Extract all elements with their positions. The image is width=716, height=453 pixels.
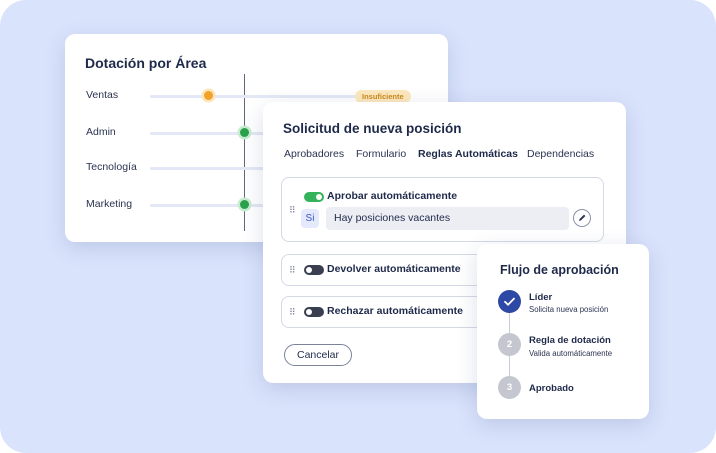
staffing-row-label: Marketing <box>86 198 133 210</box>
rule-auto-approve: ⠿ Aprobar automáticamente Si Hay posicio… <box>281 177 604 242</box>
step-1-subtitle: Solicita nueva posición <box>529 305 609 314</box>
step-connector <box>509 313 510 333</box>
staffing-level-dot <box>240 128 249 137</box>
staffing-level-dot <box>240 200 249 209</box>
step-3-marker: 3 <box>498 376 521 399</box>
step-connector <box>509 356 510 376</box>
approval-flow-card: Flujo de aprobación Líder Solicita nueva… <box>477 244 649 419</box>
staffing-card-title: Dotación por Área <box>85 55 207 71</box>
approval-flow-title: Flujo de aprobación <box>500 263 619 277</box>
check-icon <box>504 297 515 306</box>
tab-formulario[interactable]: Formulario <box>356 148 406 160</box>
request-card-title: Solicitud de nueva posición <box>283 121 462 136</box>
condition-value-field[interactable]: Hay posiciones vacantes <box>326 207 569 230</box>
rule-label: Devolver automáticamente <box>327 263 461 275</box>
pencil-icon <box>579 214 586 221</box>
auto-approve-toggle[interactable] <box>304 192 324 202</box>
step-2-marker: 2 <box>498 333 521 356</box>
step-3-name: Aprobado <box>529 383 574 394</box>
drag-handle-icon[interactable]: ⠿ <box>289 307 297 317</box>
canvas: Dotación por Área Ventas Insuficiente Ad… <box>0 0 716 453</box>
step-2-name: Regla de dotación <box>529 335 611 346</box>
tab-dependencias[interactable]: Dependencias <box>527 148 594 160</box>
auto-reject-toggle[interactable] <box>304 307 324 317</box>
condition-operator[interactable]: Si <box>301 209 319 228</box>
rule-label: Aprobar automáticamente <box>327 190 458 202</box>
cancel-button[interactable]: Cancelar <box>284 344 352 366</box>
drag-handle-icon[interactable]: ⠿ <box>289 205 297 215</box>
staffing-row-label: Admin <box>86 126 116 138</box>
rule-label: Rechazar automáticamente <box>327 305 463 317</box>
tab-aprobadores[interactable]: Aprobadores <box>284 148 344 160</box>
tab-reglas-automaticas[interactable]: Reglas Automáticas <box>418 148 518 160</box>
step-1-name: Líder <box>529 292 553 303</box>
step-1-marker <box>498 290 521 313</box>
staffing-row-label: Tecnología <box>86 161 137 173</box>
staffing-level-dot <box>204 91 213 100</box>
drag-handle-icon[interactable]: ⠿ <box>289 265 297 275</box>
edit-condition-button[interactable] <box>573 209 591 227</box>
auto-return-toggle[interactable] <box>304 265 324 275</box>
staffing-row-label: Ventas <box>86 89 119 101</box>
step-2-subtitle: Valida automáticamente <box>529 349 613 358</box>
